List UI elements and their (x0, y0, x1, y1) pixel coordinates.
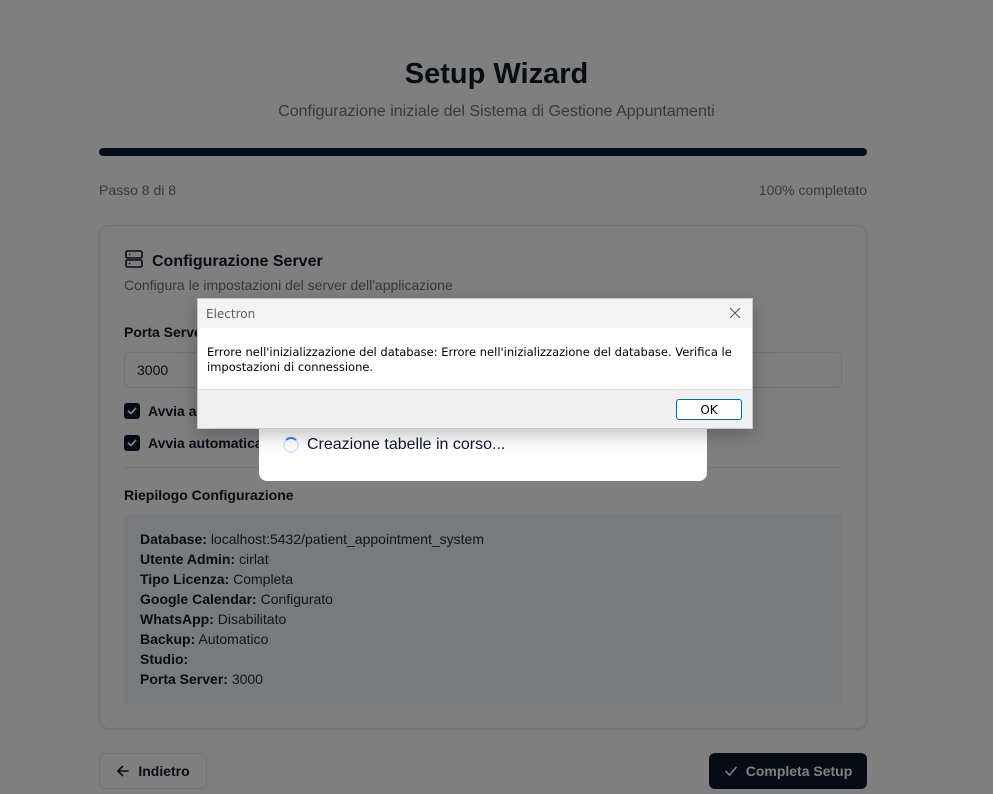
dialog-title: Electron (206, 307, 256, 321)
loading-content: Creazione tabelle in corso... (283, 436, 505, 454)
close-icon[interactable] (726, 304, 744, 322)
dialog-footer: OK (198, 389, 752, 428)
ok-button[interactable]: OK (676, 399, 742, 420)
dialog-message: Errore nell'inizializzazione del databas… (207, 345, 732, 374)
loading-text: Creazione tabelle in corso... (307, 436, 506, 453)
spinner-icon (283, 437, 299, 453)
dialog-titlebar[interactable]: Electron (198, 299, 752, 328)
error-dialog: Electron Errore nell'inizializzazione de… (197, 298, 753, 429)
